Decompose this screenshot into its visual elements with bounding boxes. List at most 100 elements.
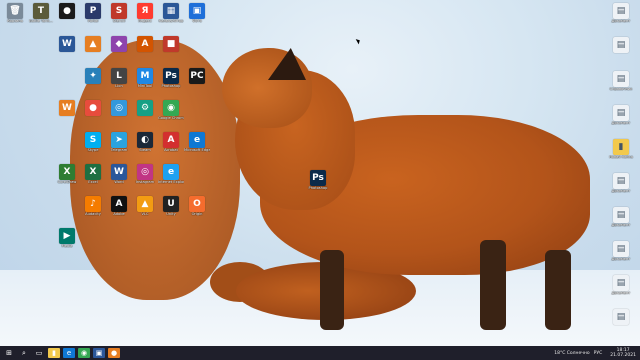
desktop-icon[interactable]: O Origin [184,196,210,216]
app-icon: O [189,196,205,212]
desktop-icon[interactable]: ◐ Steam [132,132,158,152]
edge-button[interactable]: e [63,348,75,358]
file-explorer-button[interactable]: ▮ [48,348,60,358]
desktop-icon[interactable]: ▤ Документ [608,173,634,193]
desktop-icon[interactable]: ➤ Telegram [106,132,132,152]
desktop-icon[interactable]: P Portal [80,3,106,23]
icon-label: Калькулятор [158,19,184,23]
desktop-icon[interactable]: ● [54,3,80,19]
photoshop-icon: Ps [310,170,326,186]
desktop-icon[interactable]: ▤ Документ [608,3,634,23]
app-icon: ▶ [59,228,75,244]
desktop-icon[interactable]: W [54,100,80,116]
app-icon: ◎ [111,100,127,116]
icon-label: Photoshop [161,84,181,88]
app-icon: A [111,196,127,212]
desktop-icon[interactable]: ▤ Документ [608,207,634,227]
desktop-icon[interactable]: eInternet Explorer [158,164,184,184]
desktop-icon[interactable]: S Skype [80,132,106,152]
start-button[interactable]: ⊞ [3,348,15,358]
desktop-icon[interactable]: ◎ [106,100,132,116]
app-icon: A [137,36,153,52]
icon-label: Acrobat [164,148,178,152]
app-icon: ▤ [613,71,629,87]
fox-leg [545,250,571,330]
desktop-icon[interactable]: Ps Photoshop [158,68,184,88]
app-icon: ▤ [613,37,629,53]
icon-label: Audacity [85,212,101,216]
app-icon: ▲ [85,36,101,52]
desktop-icon[interactable]: ▤ Документ [608,105,634,125]
desktop-icon[interactable]: ▤ Документ [608,241,634,261]
app-icon: ▦ [163,3,179,19]
app-icon: ▤ [613,207,629,223]
app-icon: P [85,3,101,19]
desktop-icon[interactable]: ● [80,100,106,116]
desktop-icon[interactable]: A Acrobat [158,132,184,152]
task-view-button[interactable]: ▭ [33,348,45,358]
store-button[interactable]: ▣ [93,348,105,358]
desktop-icon[interactable]: 🗑 Корзина [2,3,28,23]
app-button[interactable]: ● [108,348,120,358]
desktop-icon[interactable]: L Lion [106,68,132,88]
desktop-icon[interactable]: U Unity [158,196,184,216]
desktop-icon[interactable]: ✦ [80,68,106,84]
clock[interactable]: 18:17 21.07.2021 [606,348,636,358]
desktop-icon[interactable]: ⚙ [132,100,158,116]
desktop-icon[interactable]: Я Яндекс [132,3,158,23]
desktop-icon[interactable]: X Excel [80,164,106,184]
mouse-cursor-icon [355,37,362,45]
desktop-icon[interactable]: ◉ Google Chrome [158,100,184,120]
desktop-icon[interactable]: ■ [158,36,184,52]
desktop-icon[interactable]: ▲ [80,36,106,52]
desktop-icon[interactable]: W [54,36,80,52]
search-button[interactable]: ⌕ [18,348,30,358]
chrome-button[interactable]: ◉ [78,348,90,358]
app-icon: ▤ [613,241,629,257]
icon-label: Справочник [609,87,633,91]
desktop-icon[interactable]: X CorelDraw [54,164,80,184]
desktop-icon[interactable]: PC [184,68,210,84]
icon-label: Новая папка [609,155,633,159]
icon-label: Battle Tank... [29,19,53,23]
desktop-icon[interactable]: A Adobe [106,196,132,216]
icon-label: Steam [139,148,151,152]
desktop-icon[interactable]: ◎ Instagram [132,164,158,184]
desktop-icon[interactable]: ▮ Новая папка [608,139,634,159]
desktop-icon[interactable]: T Battle Tank... [28,3,54,23]
app-icon: ▤ [613,309,629,325]
icon-label: VLC [141,212,149,216]
desktop-icon[interactable]: S Stencil [106,3,132,23]
app-icon: ▲ [137,196,153,212]
desktop-icon[interactable]: ▲ VLC [132,196,158,216]
app-icon: ▤ [613,105,629,121]
desktop-icon[interactable]: ▶ Media [54,228,80,248]
desktop-icon[interactable]: e Microsoft Edge [184,132,210,152]
icon-label: Документ [611,291,631,295]
app-icon: e [189,132,205,148]
app-icon: U [163,196,179,212]
app-icon: M [137,68,153,84]
app-icon: ◐ [137,132,153,148]
desktop-icon[interactable]: ▦ Калькулятор [158,3,184,23]
app-icon: S [85,132,101,148]
icon-label: Корзина [7,19,23,23]
desktop-icon[interactable]: A [132,36,158,52]
photoshop-desktop-icon[interactable]: Ps Photoshop [305,170,331,190]
desktop-icon[interactable]: ◆ [106,36,132,52]
desktop-icon[interactable]: M MiniTool [132,68,158,88]
desktop-icon[interactable]: ▤ Справочник [608,71,634,91]
taskbar: ⊞ ⌕ ▭ ▮ e ◉ ▣ ● 18°C Солнечно РУС 18:17 21.07.2… [0,346,640,360]
app-icon: ✦ [85,68,101,84]
desktop-icon[interactable]: ♪ Audacity [80,196,106,216]
desktop-icon[interactable]: ▤ [608,37,634,53]
desktop-icon[interactable]: ▤ Документ [608,275,634,295]
icon-label: Portal [87,19,99,23]
language-indicator[interactable]: РУС [594,351,603,356]
icon-label: Документ [611,19,631,23]
icon-label: Skype [87,148,99,152]
desktop-icon[interactable]: ▤ [608,309,634,325]
desktop-icon[interactable]: W Word [106,164,132,184]
desktop-icon[interactable]: ▣ Фото [184,3,210,23]
weather-widget[interactable]: 18°C Солнечно [554,351,589,356]
